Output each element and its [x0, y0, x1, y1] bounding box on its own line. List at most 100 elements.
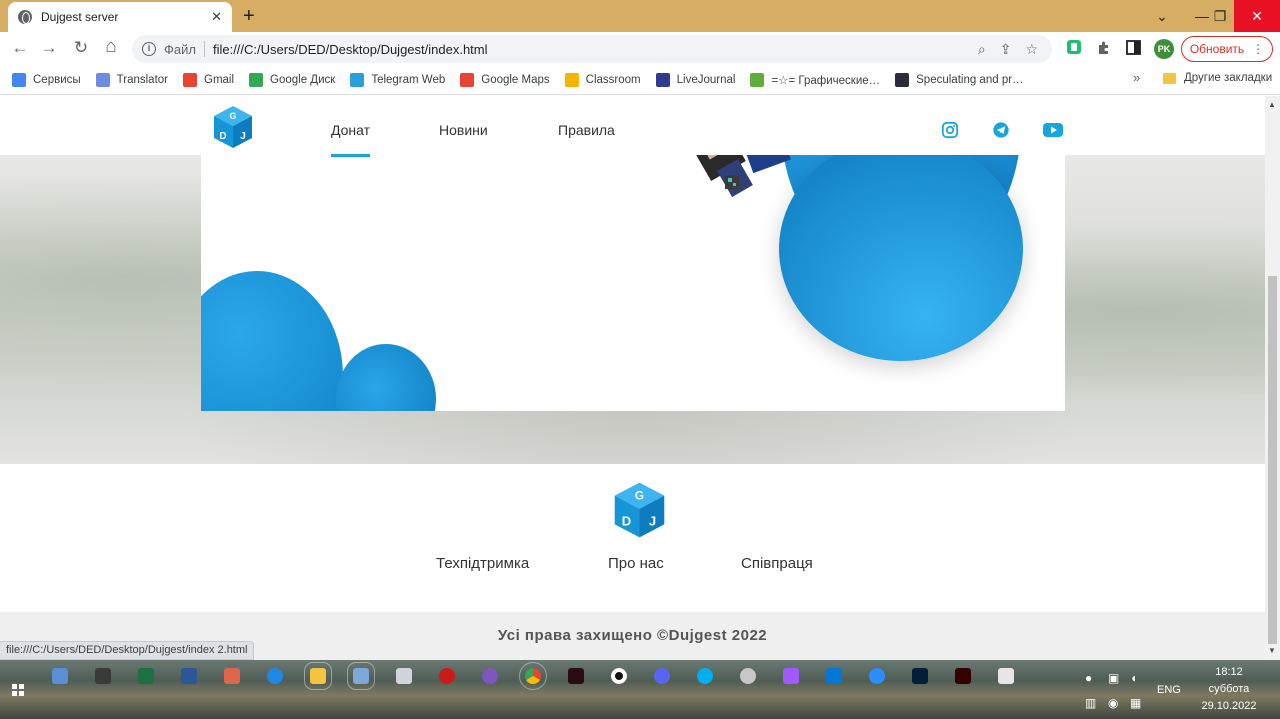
youtube-icon[interactable] [1042, 121, 1064, 139]
illustrator-icon[interactable] [955, 668, 971, 684]
bookmark-label: LiveJournal [676, 74, 736, 86]
update-button[interactable]: Обновить ⋮ [1181, 36, 1273, 62]
zoom-icon[interactable]: ⌕ [978, 41, 986, 58]
tab-close-icon[interactable]: ✕ [211, 9, 222, 25]
side-panel-icon[interactable] [1126, 40, 1141, 59]
bookmark-label: Translator [116, 74, 168, 86]
profile-avatar[interactable]: PK [1154, 39, 1174, 59]
taskbar-app-icon[interactable] [347, 662, 375, 690]
volume-icon[interactable]: ◖ [1130, 671, 1137, 685]
back-button[interactable]: ← [9, 38, 31, 58]
bookmark-item[interactable]: =☆= Графические… [750, 73, 880, 87]
taskbar-app-icon[interactable] [95, 668, 111, 684]
tray-app-icon[interactable]: ▦ [1130, 696, 1141, 710]
tray-skype-icon[interactable]: ◉ [1108, 696, 1118, 710]
share-icon[interactable]: ⇪ [1000, 41, 1012, 58]
bookmark-item[interactable]: Сервисы [12, 73, 81, 87]
nav-link-donate[interactable]: Донат [331, 122, 371, 157]
bookmark-star-icon[interactable]: ☆ [1025, 41, 1038, 58]
footer-link-partnership[interactable]: Співпраця [741, 555, 813, 572]
windows-taskbar: ● ▣ ◖ ▥ ◉ ▦ ENG 18:12 суббота 29.10.2022 [0, 660, 1280, 719]
taskbar-app-icon[interactable] [568, 668, 584, 684]
address-separator [203, 41, 205, 57]
system-clock[interactable]: 18:12 суббота 29.10.2022 [1196, 664, 1262, 715]
tray-chrome-icon[interactable]: ● [1085, 671, 1092, 685]
bookmarks-more-icon[interactable]: » [1133, 70, 1140, 85]
info-icon[interactable]: i [142, 42, 156, 56]
photoshop-icon[interactable] [912, 668, 928, 684]
reload-button[interactable]: ↻ [70, 38, 92, 58]
translator-icon [95, 73, 110, 87]
footer-logo[interactable]: G D J [612, 480, 667, 540]
telegram-icon [350, 73, 365, 87]
window-close-button[interactable]: ✕ [1234, 0, 1280, 32]
decorative-circle [336, 344, 436, 411]
address-bar[interactable]: i Файл file:///C:/Users/DED/Desktop/Dujg… [132, 35, 1052, 63]
telegram-icon[interactable] [991, 121, 1011, 139]
zoom-app-icon[interactable] [869, 668, 885, 684]
classroom-icon [564, 73, 579, 87]
network-icon[interactable]: ▣ [1108, 671, 1119, 685]
scrollbar-thumb[interactable] [1268, 276, 1277, 644]
bookmark-label: Google Диск [270, 74, 336, 86]
new-tab-button[interactable]: + [243, 5, 255, 28]
forward-button[interactable]: → [38, 38, 60, 58]
bookmark-item[interactable]: Translator [95, 73, 168, 87]
internet-explorer-icon[interactable] [267, 668, 283, 684]
calculator-icon[interactable] [396, 668, 412, 684]
taskbar-app-icon[interactable] [224, 668, 240, 684]
bookmark-item[interactable]: Google Maps [460, 73, 550, 87]
site-footer: G D J Техпідтримка Про нас Співпраця [0, 464, 1265, 612]
excel-icon[interactable] [138, 668, 154, 684]
opera-icon[interactable] [439, 668, 455, 684]
bookmark-label: Telegram Web [371, 74, 446, 86]
bookmark-item[interactable]: Classroom [564, 73, 641, 87]
menu-kebab-icon: ⋮ [1252, 42, 1265, 56]
dujgest-logo[interactable]: G D J [212, 104, 254, 150]
bookmark-label: =☆= Графические… [771, 75, 881, 87]
address-url[interactable]: file:///C:/Users/DED/Desktop/Dujgest/ind… [213, 42, 978, 57]
decorative-circle [201, 271, 343, 411]
vscode-icon[interactable] [826, 668, 842, 684]
windows-start-icon[interactable] [12, 684, 24, 696]
steam-icon[interactable] [740, 668, 756, 684]
viber-icon[interactable] [482, 668, 498, 684]
extensions-puzzle-icon[interactable] [1096, 40, 1112, 60]
nav-link-rules[interactable]: Правила [558, 122, 615, 138]
skype-icon[interactable] [697, 668, 713, 684]
sprout-icon [750, 73, 765, 87]
home-button[interactable]: ⌂ [100, 36, 122, 58]
decorative-circle [779, 155, 1023, 361]
bookmark-item[interactable]: LiveJournal [655, 73, 736, 87]
footer-logo-letter-g: G [635, 490, 644, 503]
record-icon[interactable] [611, 668, 627, 684]
bookmark-item[interactable]: Telegram Web [350, 73, 445, 87]
page-viewport: G D J Донат Новини Правила G D J Техпідт… [0, 96, 1265, 660]
footer-link-support[interactable]: Техпідтримка [436, 555, 529, 572]
nav-link-news[interactable]: Новини [439, 122, 488, 138]
bookmark-item[interactable]: Gmail [183, 73, 234, 87]
address-scheme: Файл [164, 41, 196, 57]
bookmark-item[interactable]: Google Диск [249, 73, 335, 87]
scroll-down-arrow-icon[interactable]: ▼ [1268, 646, 1276, 655]
footer-link-about[interactable]: Про нас [608, 555, 664, 572]
language-indicator[interactable]: ENG [1157, 684, 1181, 696]
word-icon[interactable] [181, 668, 197, 684]
page-scrollbar[interactable]: ▲ ▼ [1265, 96, 1280, 660]
scroll-up-arrow-icon[interactable]: ▲ [1268, 100, 1276, 109]
chrome-icon[interactable] [519, 662, 547, 690]
discord-icon[interactable] [654, 668, 670, 684]
extension-icon[interactable] [1066, 39, 1082, 59]
bookmark-label: Gmail [204, 74, 235, 86]
tray-app-icon[interactable]: ▥ [1085, 696, 1096, 710]
file-explorer-icon[interactable] [304, 662, 332, 690]
instagram-icon[interactable] [940, 121, 960, 139]
figma-icon[interactable] [783, 668, 799, 684]
taskbar-app-icon[interactable] [52, 668, 68, 684]
footer-logo-letter-d: D [622, 514, 631, 529]
other-bookmarks[interactable]: Другие закладки [1163, 72, 1272, 84]
bookmark-item[interactable]: Speculating and pr… [895, 73, 1024, 87]
taskbar-app-icon[interactable] [998, 668, 1014, 684]
browser-tab[interactable]: Dujgest server ✕ [8, 2, 232, 32]
tab-search-icon[interactable]: ⌄ [1142, 0, 1182, 32]
